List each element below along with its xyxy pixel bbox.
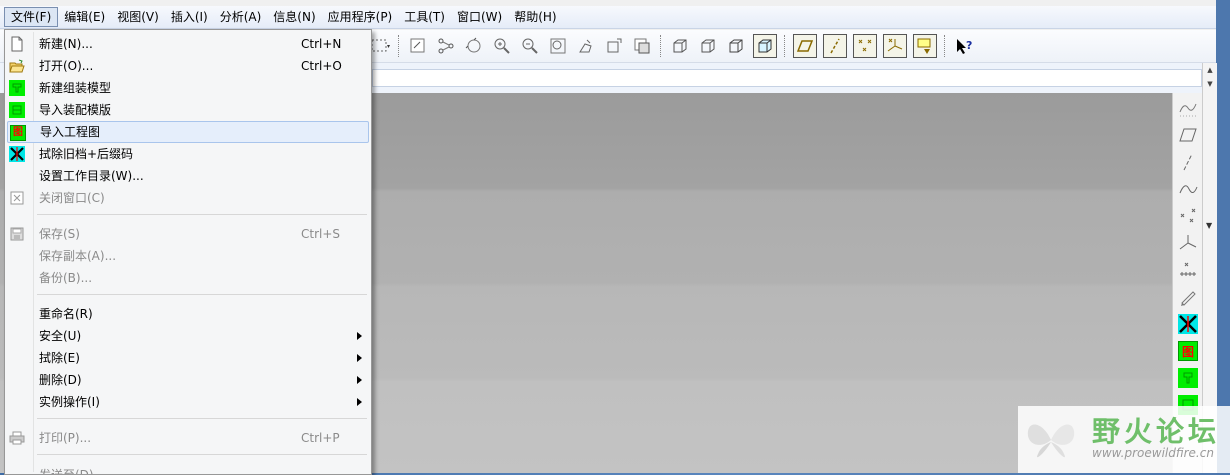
zoom-in-icon[interactable] [491,35,513,57]
spin-center-icon[interactable] [435,35,457,57]
datum-planes-icon[interactable] [793,34,817,58]
menu-item-save[interactable]: 保存(S) Ctrl+S [7,223,369,245]
datum-points-icon[interactable] [853,34,877,58]
submenu-arrow-icon [357,354,362,362]
file-menu-dropdown: 新建(N)... Ctrl+N 打开(O)... Ctrl+O 新建组装模型 导… [4,29,372,475]
tu-label: 图 [1178,341,1198,361]
menu-info[interactable]: 信息(N) [267,7,321,27]
svg-text:?: ? [966,39,972,52]
menu-item-import-drawing[interactable]: 图 导入工程图 [7,121,369,143]
watermark: 野火论坛 www.proewildfire.cn [1018,406,1230,473]
erase-cross-icon[interactable] [1176,312,1200,336]
menu-window[interactable]: 窗口(W) [451,7,508,27]
no-hidden-icon[interactable] [725,35,747,57]
watermark-url: www.proewildfire.cn [1092,446,1214,460]
menu-analysis[interactable]: 分析(A) [214,7,268,27]
erase-cross-icon [9,146,25,162]
datum-axes-icon[interactable] [823,34,847,58]
wireframe-icon[interactable] [669,35,691,57]
menu-item-delete[interactable]: 删除(D) [7,369,369,391]
new-file-icon [9,36,25,52]
green-assembly-icon[interactable] [1176,366,1200,390]
menu-file[interactable]: 文件(F) [4,7,59,27]
menu-separator [37,418,367,419]
menu-item-new[interactable]: 新建(N)... Ctrl+N [7,33,369,55]
menu-item-new-assembly[interactable]: 新建组装模型 [7,77,369,99]
csys-tool-icon[interactable] [1176,231,1200,255]
context-help-icon[interactable]: ? [953,35,975,57]
sketch-tool-icon[interactable] [1176,96,1200,120]
close-window-icon [9,190,25,206]
repaint-icon[interactable] [407,35,429,57]
hidden-line-icon[interactable] [697,35,719,57]
menu-item-erase[interactable]: 拭除(E) [7,347,369,369]
annotations-icon[interactable] [913,34,937,58]
point-tool-icon[interactable] [1176,204,1200,228]
menu-item-set-working-directory[interactable]: 设置工作目录(W)... [7,165,369,187]
menu-separator [37,454,367,455]
green-template-icon [9,102,25,118]
menu-separator [37,214,367,215]
menu-bar: 文件(F) 编辑(E) 视图(V) 插入(I) 分析(A) 信息(N) 应用程序… [0,6,1216,29]
menu-edit[interactable]: 编辑(E) [58,7,111,27]
menu-item-close-window[interactable]: 关闭窗口(C) [7,187,369,209]
open-folder-icon [9,58,25,74]
drawing-tu-icon[interactable]: 图 [1176,339,1200,363]
menu-item-instance-operations[interactable]: 实例操作(I) [7,391,369,413]
tu-glyph: 图 [10,125,26,141]
menu-item-print[interactable]: 打印(P)... Ctrl+P [7,427,369,449]
datum-display-icon[interactable] [369,35,391,57]
save-disk-icon [9,226,25,242]
reorient-icon[interactable] [575,35,597,57]
butterfly-logo-icon [1027,424,1075,458]
printer-icon [9,430,25,446]
menu-tools[interactable]: 工具(T) [398,7,451,27]
submenu-arrow-icon [357,376,362,384]
coordinate-systems-icon[interactable] [883,34,907,58]
menu-help[interactable]: 帮助(H) [508,7,562,27]
menu-item-save-copy[interactable]: 保存副本(A)... [7,245,369,267]
shading-icon[interactable] [753,34,777,58]
submenu-arrow-icon [357,332,362,340]
message-scrollbar[interactable]: ▲ ▼ [1202,63,1217,93]
refit-icon[interactable] [547,35,569,57]
watermark-title: 野火论坛 [1092,415,1221,448]
layers-icon[interactable] [631,35,653,57]
pencil-tool-icon[interactable] [1176,285,1200,309]
orient-mode-icon[interactable] [463,35,485,57]
menu-item-open[interactable]: 打开(O)... Ctrl+O [7,55,369,77]
axis-tool-icon[interactable] [1176,150,1200,174]
menu-item-import-assembly-template[interactable]: 导入装配模版 [7,99,369,121]
message-field [372,69,1202,87]
menu-insert[interactable]: 插入(I) [165,7,214,27]
menu-item-rename[interactable]: 重命名(R) [7,303,369,325]
menu-item-erase-old-versions[interactable]: 拭除旧档+后缀码 [7,143,369,165]
menu-view[interactable]: 视图(V) [111,7,165,27]
green-assembly-icon [9,80,25,96]
zoom-out-icon[interactable] [519,35,541,57]
curve-tool-icon[interactable] [1176,177,1200,201]
drawing-tu-icon: 图 [10,125,26,141]
menu-item-backup[interactable]: 备份(B)... [7,267,369,289]
menu-applications[interactable]: 应用程序(P) [322,7,399,27]
submenu-arrow-icon [357,398,362,406]
saved-views-icon[interactable] [603,35,625,57]
menu-item-send-to[interactable]: 发送至(D) [7,460,369,474]
plane-tool-icon[interactable] [1176,123,1200,147]
menu-separator [37,294,367,295]
analysis-tool-icon[interactable] [1176,258,1200,282]
menu-item-security[interactable]: 安全(U) [7,325,369,347]
